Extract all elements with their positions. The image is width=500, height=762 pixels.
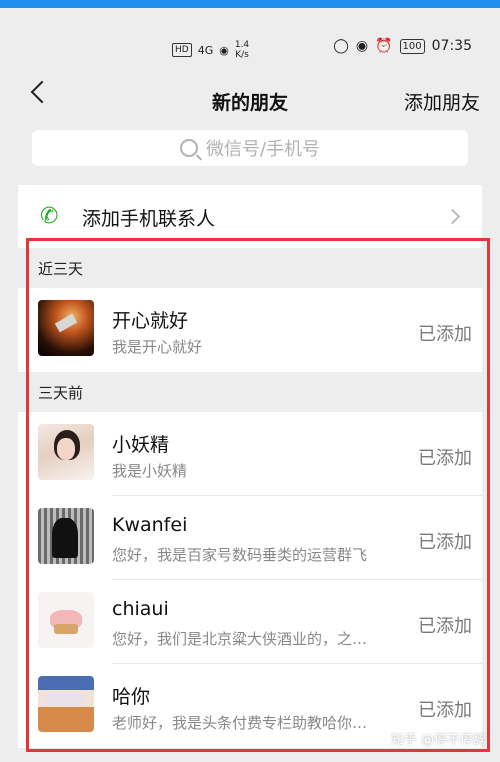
friend-message: 我是小妖精 (112, 462, 188, 480)
nfc-icon: ◯ (333, 38, 349, 54)
avatar (38, 508, 94, 564)
avatar (38, 592, 94, 648)
avatar (38, 676, 94, 732)
status-left: HD 4G ◉ 1.4 K/s (172, 40, 249, 60)
friend-message: 您好，我们是北京粱大侠酒业的，之… (112, 630, 368, 648)
watermark: 知乎 @停不停辞 (390, 733, 486, 748)
status-bar: HD 4G ◉ 1.4 K/s ◯ ◉ ⏰ 100 07:35 (18, 34, 482, 70)
speed-value: 1.4 (234, 40, 250, 50)
status-time: 07:35 (431, 38, 472, 54)
friend-message: 您好，我是百家号数码垂类的运营群飞 (112, 546, 368, 564)
list-item[interactable]: Kwanfei 您好，我是百家号数码垂类的运营群飞 已添加 (18, 496, 482, 580)
friend-message: 老师好，我是头条付费专栏助教哈你… (112, 714, 368, 732)
alarm-icon: ⏰ (375, 38, 393, 54)
network-speed: 1.4 K/s (235, 40, 249, 60)
avatar (38, 300, 94, 356)
added-status: 已添加 (418, 448, 472, 469)
search-input[interactable]: 微信号/手机号 (32, 130, 468, 166)
wechat-new-friends-screen: HD 4G ◉ 1.4 K/s ◯ ◉ ⏰ 100 07:35 新的朋友 添加朋… (18, 8, 482, 762)
search-icon (179, 139, 198, 157)
friend-name: 小妖精 (112, 434, 170, 456)
phone-icon: ✆ (40, 204, 59, 229)
signal-icon: 4G (197, 43, 214, 57)
wifi-icon: ◉ (219, 43, 229, 57)
friend-name: 哈你 (112, 686, 151, 708)
friend-message: 我是开心就好 (112, 338, 203, 356)
added-status: 已添加 (418, 532, 472, 553)
speed-unit: K/s (235, 50, 249, 60)
added-status: 已添加 (418, 616, 472, 637)
friend-name: 开心就好 (112, 310, 189, 332)
nav-bar: 新的朋友 添加朋友 (18, 78, 482, 124)
add-phone-contacts-row[interactable]: ✆ 添加手机联系人 (18, 185, 482, 249)
battery-icon: 100 (399, 38, 425, 54)
add-friend-button[interactable]: 添加朋友 (404, 88, 480, 115)
add-phone-contacts-label: 添加手机联系人 (82, 207, 216, 230)
friend-name: Kwanfei (112, 514, 188, 536)
list-item[interactable]: 小妖精 我是小妖精 已添加 (18, 412, 482, 496)
section-header: 三天前 (18, 372, 482, 412)
section-label: 近三天 (38, 259, 84, 278)
avatar (38, 424, 94, 480)
added-status: 已添加 (418, 324, 472, 345)
eye-icon: ◉ (355, 38, 369, 54)
top-accent-bar (0, 0, 500, 8)
hd-badge: HD (172, 43, 192, 57)
search-placeholder: 微信号/手机号 (205, 139, 321, 160)
friend-name: chiaui (112, 598, 169, 620)
list-item[interactable]: 开心就好 我是开心就好 已添加 (18, 288, 482, 372)
section-label: 三天前 (38, 383, 84, 402)
chevron-right-icon (444, 208, 461, 225)
status-right: ◯ ◉ ⏰ 100 07:35 (333, 38, 472, 54)
list-item[interactable]: chiaui 您好，我们是北京粱大侠酒业的，之… 已添加 (18, 580, 482, 664)
added-status: 已添加 (418, 700, 472, 721)
section-header: 近三天 (18, 248, 482, 288)
